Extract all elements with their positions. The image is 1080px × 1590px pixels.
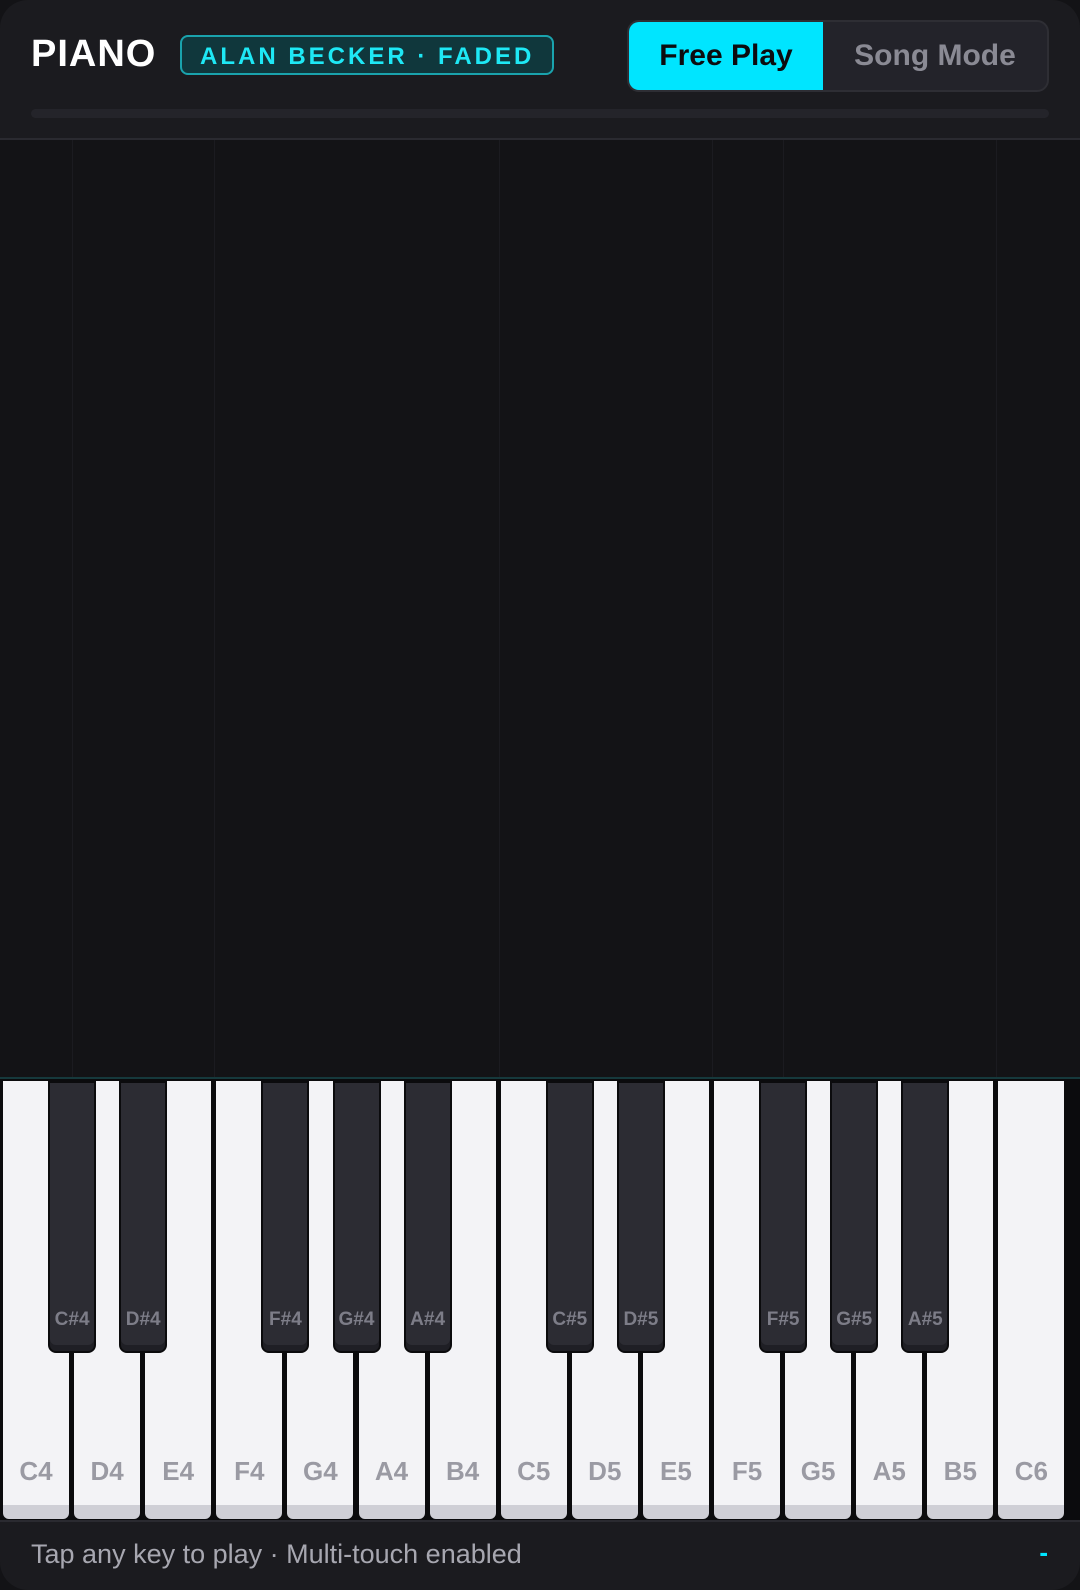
- black-key-label: C#5: [552, 1309, 588, 1330]
- piano-keyboard: C4 D4 E4 F4 G4 A4 B4 C5 D5 E5 F5 G5 A5 B5 C6 C#4 D#4 F#4 G…: [0, 1077, 1080, 1520]
- white-key[interactable]: C6: [998, 1081, 1065, 1519]
- white-key-label: C6: [1014, 1456, 1049, 1486]
- black-key[interactable]: D#4: [119, 1081, 168, 1353]
- song-progress-bar: [31, 109, 1049, 118]
- white-key-label: F5: [731, 1456, 763, 1486]
- footer-bar: Tap any key to play · Multi-touch enable…: [0, 1520, 1080, 1590]
- header-bar: PIANO ALAN BECKER · FADED Free Play Song…: [0, 0, 1080, 140]
- black-key-label: G#4: [338, 1309, 375, 1330]
- song-badge: ALAN BECKER · FADED: [180, 35, 555, 75]
- note-lane-line: [498, 140, 500, 1077]
- black-key-label: F#4: [269, 1309, 302, 1330]
- white-key-label: C4: [19, 1456, 53, 1486]
- white-key-label: G4: [303, 1456, 338, 1486]
- black-key[interactable]: C#4: [48, 1081, 97, 1353]
- footer-hint: Tap any key to play · Multi-touch enable…: [31, 1539, 522, 1569]
- note-lane-line: [214, 140, 216, 1077]
- black-key[interactable]: F#5: [759, 1081, 808, 1353]
- white-key-label: A5: [872, 1456, 906, 1486]
- black-key-label: A#4: [410, 1309, 446, 1330]
- white-key-label: A4: [374, 1456, 409, 1486]
- black-key-label: A#5: [907, 1309, 943, 1330]
- black-key[interactable]: F#4: [261, 1081, 310, 1353]
- black-key[interactable]: A#5: [901, 1081, 950, 1353]
- white-key-label: B4: [445, 1456, 480, 1486]
- black-key[interactable]: C#5: [545, 1081, 594, 1353]
- black-key-label: G#5: [836, 1309, 873, 1330]
- note-lane-line: [996, 140, 998, 1077]
- note-lane-line: [783, 140, 785, 1077]
- white-key-label: G5: [800, 1456, 836, 1486]
- note-lane-line: [712, 140, 713, 1077]
- white-key-label: E4: [162, 1456, 195, 1486]
- white-key-label: F4: [234, 1456, 265, 1486]
- mode-toggle: Free Play Song Mode: [627, 20, 1049, 92]
- white-key-label: D5: [588, 1456, 622, 1486]
- note-lane-line: [72, 140, 74, 1077]
- note-roll-area: [0, 140, 1080, 1077]
- song-mode-button[interactable]: Song Mode: [823, 22, 1047, 90]
- black-key-label: C#4: [54, 1309, 90, 1330]
- black-key-label: D#5: [623, 1309, 659, 1330]
- white-key-label: D4: [90, 1456, 124, 1486]
- status-indicator: -: [1039, 1537, 1048, 1567]
- black-key[interactable]: A#4: [403, 1081, 452, 1353]
- free-play-button[interactable]: Free Play: [629, 22, 823, 90]
- black-key[interactable]: G#5: [830, 1081, 879, 1353]
- white-key-label: B5: [943, 1456, 977, 1486]
- piano-app: PIANO ALAN BECKER · FADED Free Play Song…: [0, 0, 1080, 1590]
- white-key-label: C5: [517, 1456, 551, 1486]
- white-key-label: E5: [659, 1456, 692, 1486]
- black-key-label: D#4: [125, 1309, 161, 1330]
- black-key-label: F#5: [766, 1309, 800, 1330]
- app-title: PIANO: [31, 33, 157, 75]
- black-key[interactable]: G#4: [332, 1081, 381, 1353]
- black-key[interactable]: D#5: [616, 1081, 665, 1353]
